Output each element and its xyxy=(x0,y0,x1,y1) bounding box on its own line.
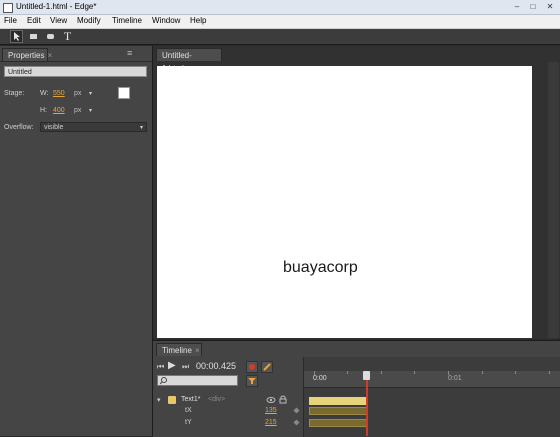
menu-timeline[interactable]: Timeline xyxy=(112,16,142,25)
ruler-tick xyxy=(381,371,382,374)
layer-name[interactable]: Text1* xyxy=(181,396,200,403)
window-title: Untitled-1.html - Edge* xyxy=(16,2,97,11)
rounded-rectangle-icon xyxy=(47,34,54,39)
menu-modify[interactable]: Modify xyxy=(77,16,101,25)
height-label: H: xyxy=(40,107,47,114)
auto-keyframe-button[interactable] xyxy=(246,361,258,373)
playhead-handle[interactable] xyxy=(363,371,370,380)
ruler-tick xyxy=(448,371,449,375)
width-unit-caret-icon[interactable]: ▾ xyxy=(89,90,92,97)
tab-timeline[interactable]: Timeline × xyxy=(156,343,202,356)
stage-canvas[interactable] xyxy=(157,66,532,338)
width-label: W: xyxy=(40,90,49,97)
chevron-down-icon: ▾ xyxy=(139,125,143,131)
close-button[interactable]: ✕ xyxy=(543,2,557,11)
overflow-select[interactable]: visible ▾ xyxy=(40,122,147,132)
ruler-tick xyxy=(482,371,483,374)
menu-view[interactable]: View xyxy=(50,16,67,25)
panel-divider xyxy=(0,61,152,62)
filter-icon xyxy=(248,378,256,384)
close-icon[interactable]: × xyxy=(47,51,52,60)
menu-bar: File Edit View Modify Timeline Window He… xyxy=(0,15,560,29)
menu-help[interactable]: Help xyxy=(190,16,206,25)
close-icon[interactable]: × xyxy=(195,346,200,355)
selection-tool[interactable] xyxy=(10,30,23,43)
tab-properties[interactable]: Properties × xyxy=(2,48,52,61)
overflow-label: Overflow: xyxy=(4,124,34,131)
stage-color-swatch[interactable] xyxy=(118,87,130,99)
timeline-panel: Timeline × ⏮ ▶ ⏭ 00:00.425 0:00 0:01 ▾ Te… xyxy=(153,340,560,437)
go-to-end-icon[interactable]: ⏭ xyxy=(182,362,189,372)
filter-button[interactable] xyxy=(246,375,258,387)
stage-text-element[interactable]: buayacorp xyxy=(283,259,358,277)
timeline-tab-label: Timeline xyxy=(162,346,192,355)
keyframe-diamond-icon[interactable] xyxy=(293,407,300,414)
panel-menu-icon[interactable]: ≡ xyxy=(127,48,132,58)
layer-color-swatch xyxy=(168,396,176,404)
title-bar: Untitled-1.html - Edge* – □ ✕ xyxy=(0,0,560,15)
keyframe-diamond-icon[interactable] xyxy=(293,419,300,426)
playhead-line[interactable] xyxy=(366,372,368,436)
keyframe-transition-bar[interactable] xyxy=(309,407,367,415)
property-name-ty: tY xyxy=(185,419,192,426)
properties-panel: Properties × ≡ Untitled Stage: W: 550 px … xyxy=(0,46,153,436)
vertical-scrollbar[interactable] xyxy=(548,62,559,338)
property-name-tx: tX xyxy=(185,407,192,414)
eye-icon[interactable] xyxy=(266,396,276,404)
overflow-value: visible xyxy=(44,124,64,131)
menu-edit[interactable]: Edit xyxy=(27,16,41,25)
ruler-tick xyxy=(414,371,415,374)
tab-document[interactable]: Untitled-1.html× xyxy=(156,48,222,73)
element-name-field[interactable]: Untitled xyxy=(4,66,147,77)
go-to-start-icon[interactable]: ⏮ xyxy=(157,362,164,372)
time-ruler[interactable]: 0:00 0:01 xyxy=(304,371,560,388)
tools-bar: T xyxy=(0,29,560,45)
text-tool[interactable]: T xyxy=(61,30,74,43)
expand-layer-icon[interactable]: ▾ xyxy=(157,396,161,404)
current-time[interactable]: 00:00.425 xyxy=(196,361,236,371)
rectangle-tool[interactable] xyxy=(27,30,40,43)
record-icon xyxy=(249,364,255,370)
rectangle-icon xyxy=(30,34,37,39)
property-value-ty[interactable]: 215 xyxy=(265,419,277,426)
timeline-search-input[interactable] xyxy=(157,375,238,386)
height-unit[interactable]: px xyxy=(74,107,81,114)
menu-window[interactable]: Window xyxy=(152,16,180,25)
search-icon xyxy=(160,377,167,385)
ruler-label-1: 0:01 xyxy=(448,375,462,382)
keyframe-transition-bar[interactable] xyxy=(309,419,367,427)
lock-icon[interactable] xyxy=(279,395,287,404)
layer-tag: <div> xyxy=(208,396,226,403)
minimize-button[interactable]: – xyxy=(510,2,524,11)
stage-label: Stage: xyxy=(4,90,25,97)
ruler-tick xyxy=(314,371,315,375)
play-icon[interactable]: ▶ xyxy=(168,360,176,371)
menu-file[interactable]: File xyxy=(4,16,17,25)
transition-icon xyxy=(263,363,271,371)
width-unit[interactable]: px xyxy=(74,90,81,97)
maximize-button[interactable]: □ xyxy=(526,2,540,11)
app-icon xyxy=(3,3,13,13)
property-value-tx[interactable]: 135 xyxy=(265,407,277,414)
height-value[interactable]: 400 xyxy=(53,107,65,114)
ruler-tick xyxy=(549,371,550,374)
rounded-rectangle-tool[interactable] xyxy=(44,30,57,43)
auto-transition-button[interactable] xyxy=(261,361,273,373)
width-value[interactable]: 550 xyxy=(53,90,65,97)
ruler-tick xyxy=(515,371,516,374)
ruler-tick xyxy=(347,371,348,374)
properties-tab-label: Properties xyxy=(8,51,45,60)
ruler-label-0: 0:00 xyxy=(313,375,327,382)
cursor-arrow-icon xyxy=(14,32,20,41)
layer-duration-bar[interactable] xyxy=(309,397,367,405)
height-unit-caret-icon[interactable]: ▾ xyxy=(89,107,92,114)
